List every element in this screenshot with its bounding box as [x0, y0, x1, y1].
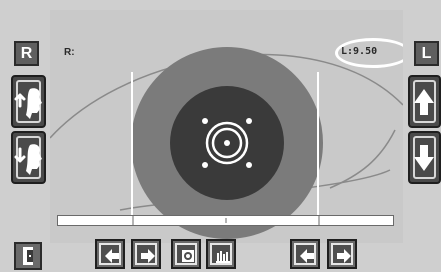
position-scale [57, 215, 394, 226]
histogram-icon [216, 251, 230, 263]
top-left-readout: R: [64, 47, 75, 58]
arrow-right-icon [141, 249, 155, 263]
left-value-readout: L:9.50 [341, 46, 378, 57]
move-right-button-2[interactable] [327, 239, 357, 269]
arrow-left-icon [300, 249, 314, 263]
scale-ticks [132, 215, 320, 226]
arrow-down-icon [414, 145, 434, 171]
face-profile-arrow-down-icon [14, 144, 42, 175]
face-profile-arrow-up-icon [14, 88, 42, 119]
right-panel: L [403, 0, 441, 272]
arrow-left-icon [105, 249, 119, 263]
exit-button[interactable] [14, 242, 42, 270]
left-panel: R [0, 0, 50, 272]
right-eye-label[interactable]: R [14, 41, 39, 66]
door-exit-icon [23, 247, 33, 265]
left-eye-label[interactable]: L [414, 41, 439, 66]
face-down-button[interactable] [11, 131, 46, 184]
move-right-button[interactable] [131, 239, 161, 269]
arrow-right-icon [337, 249, 351, 263]
move-down-button[interactable] [408, 131, 441, 184]
move-left-button-2[interactable] [290, 239, 320, 269]
camera-capture-icon [182, 250, 194, 262]
capture-button[interactable] [171, 239, 201, 269]
move-up-button[interactable] [408, 75, 441, 128]
arrow-up-icon [414, 89, 434, 115]
move-left-button[interactable] [95, 239, 125, 269]
histogram-button[interactable] [206, 239, 236, 269]
face-up-button[interactable] [11, 75, 46, 128]
